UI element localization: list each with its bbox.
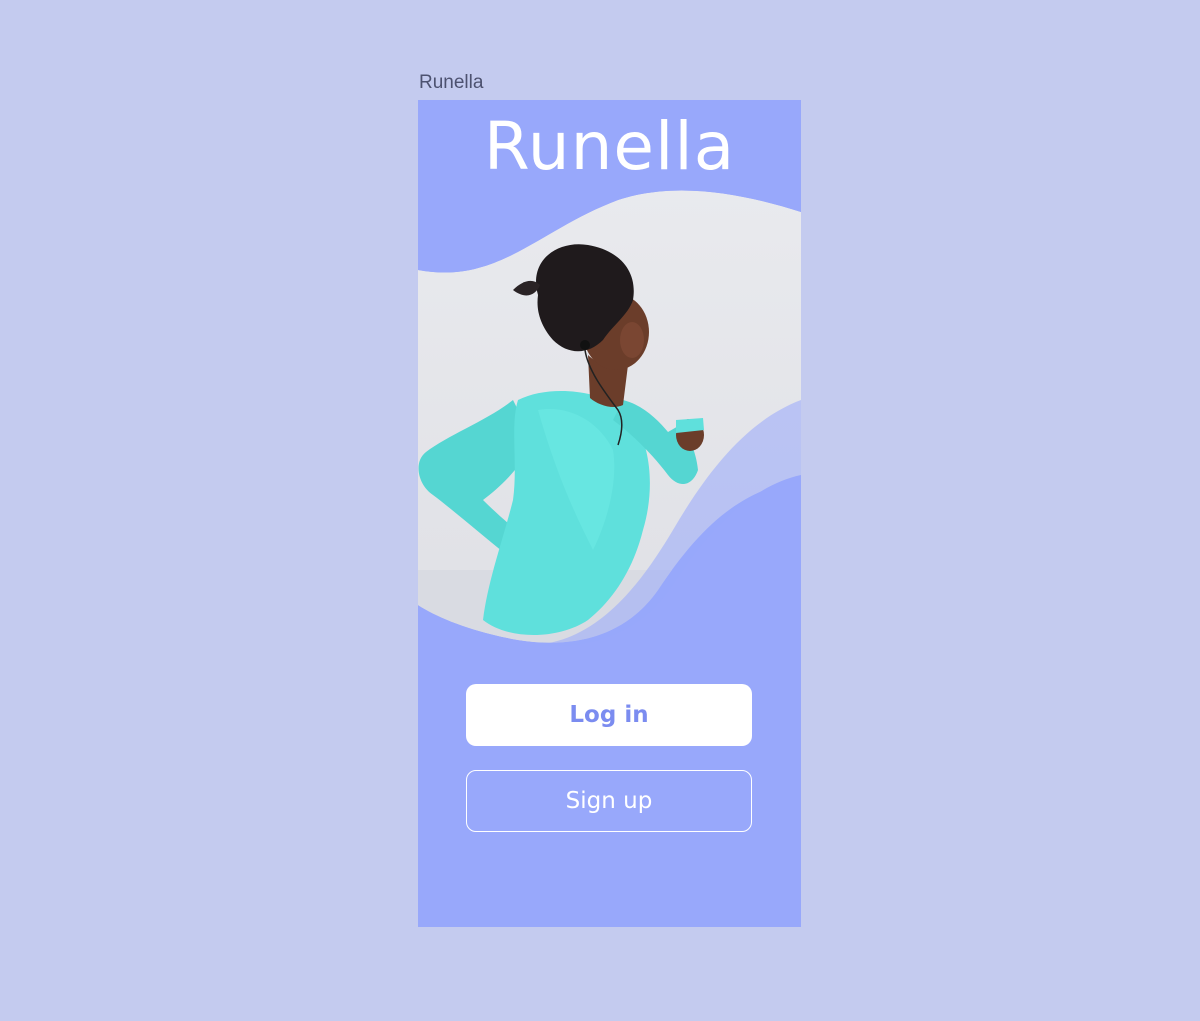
signup-button[interactable]: Sign up [466,770,752,832]
app-screen: Runella Log in Sign up [418,100,801,927]
frame-label: Runella [419,72,484,93]
login-button[interactable]: Log in [466,684,752,746]
app-logo: Runella [483,108,736,185]
